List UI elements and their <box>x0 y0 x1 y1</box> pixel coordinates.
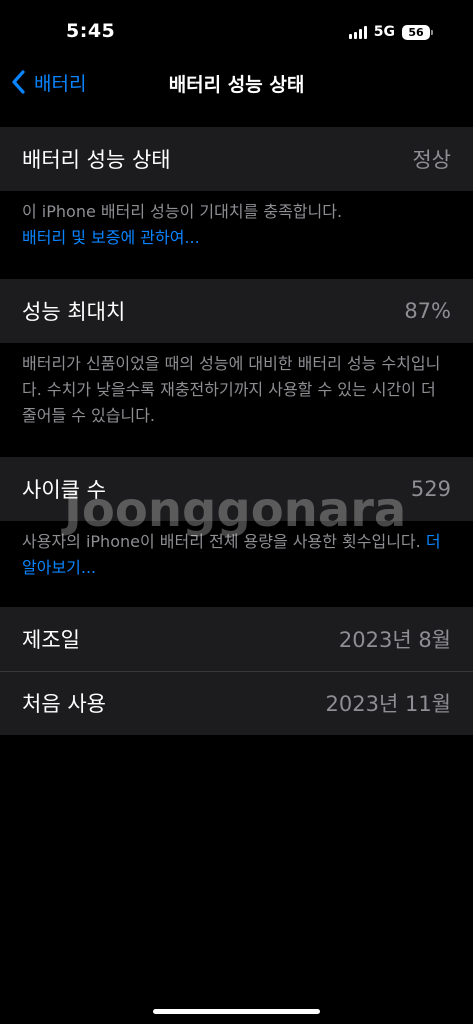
maximum-capacity-label: 성능 최대치 <box>22 300 126 324</box>
maximum-capacity-description: 배터리가 신품이었을 때의 성능에 대비한 배터리 성능 수치입니다. 수치가 … <box>22 354 441 425</box>
manufacture-date-value: 2023년 8월 <box>338 628 451 652</box>
cycle-count-value: 529 <box>410 477 451 501</box>
maximum-capacity-value: 87% <box>404 299 451 323</box>
network-type: 5G <box>373 24 395 40</box>
cycle-count-label: 사이클 수 <box>22 478 106 502</box>
battery-health-label: 배터리 성능 상태 <box>22 148 171 172</box>
status-time: 5:45 <box>66 20 116 42</box>
cycle-count-description: 사용자의 iPhone이 배터리 전체 용량을 사용한 횟수입니다. <box>22 532 421 551</box>
first-use-value: 2023년 11월 <box>325 692 451 716</box>
maximum-capacity-group: 성능 최대치 87% <box>0 279 473 343</box>
maximum-capacity-row: 성능 최대치 87% <box>0 279 473 343</box>
maximum-capacity-footer: 배터리가 신품이었을 때의 성능에 대비한 배터리 성능 수치입니다. 수치가 … <box>22 351 454 429</box>
battery-health-row: 배터리 성능 상태 정상 <box>0 127 473 191</box>
first-use-label: 처음 사용 <box>22 692 106 716</box>
battery-health-description: 이 iPhone 배터리 성능이 기대치를 충족합니다. <box>22 202 343 221</box>
home-indicator[interactable] <box>153 1009 320 1014</box>
battery-health-footer: 이 iPhone 배터리 성능이 기대치를 충족합니다. 배터리 및 보증에 관… <box>22 199 454 251</box>
battery-health-value: 정상 <box>412 148 451 172</box>
page-title: 배터리 성능 상태 <box>168 74 305 96</box>
manufacture-date-label: 제조일 <box>22 628 80 652</box>
battery-icon: 56 <box>402 24 433 40</box>
navigation-bar: 배터리 배터리 성능 상태 <box>0 62 473 102</box>
cycle-count-row: 사이클 수 529 <box>0 457 473 521</box>
manufacture-date-row: 제조일 2023년 8월 <box>0 607 473 671</box>
battery-warranty-link[interactable]: 배터리 및 보증에 관하여... <box>22 225 454 251</box>
dates-group: 제조일 2023년 8월 처음 사용 2023년 11월 <box>0 607 473 735</box>
status-bar: 5:45 5G 56 <box>0 0 473 62</box>
first-use-row: 처음 사용 2023년 11월 <box>0 671 473 735</box>
battery-level: 56 <box>402 24 430 40</box>
battery-health-group: 배터리 성능 상태 정상 <box>0 127 473 191</box>
status-indicators: 5G 56 <box>348 22 433 42</box>
cellular-signal-icon <box>348 25 367 39</box>
cycle-count-footer: 사용자의 iPhone이 배터리 전체 용량을 사용한 횟수입니다. 더 알아보… <box>22 529 454 581</box>
cycle-count-group: 사이클 수 529 <box>0 457 473 521</box>
